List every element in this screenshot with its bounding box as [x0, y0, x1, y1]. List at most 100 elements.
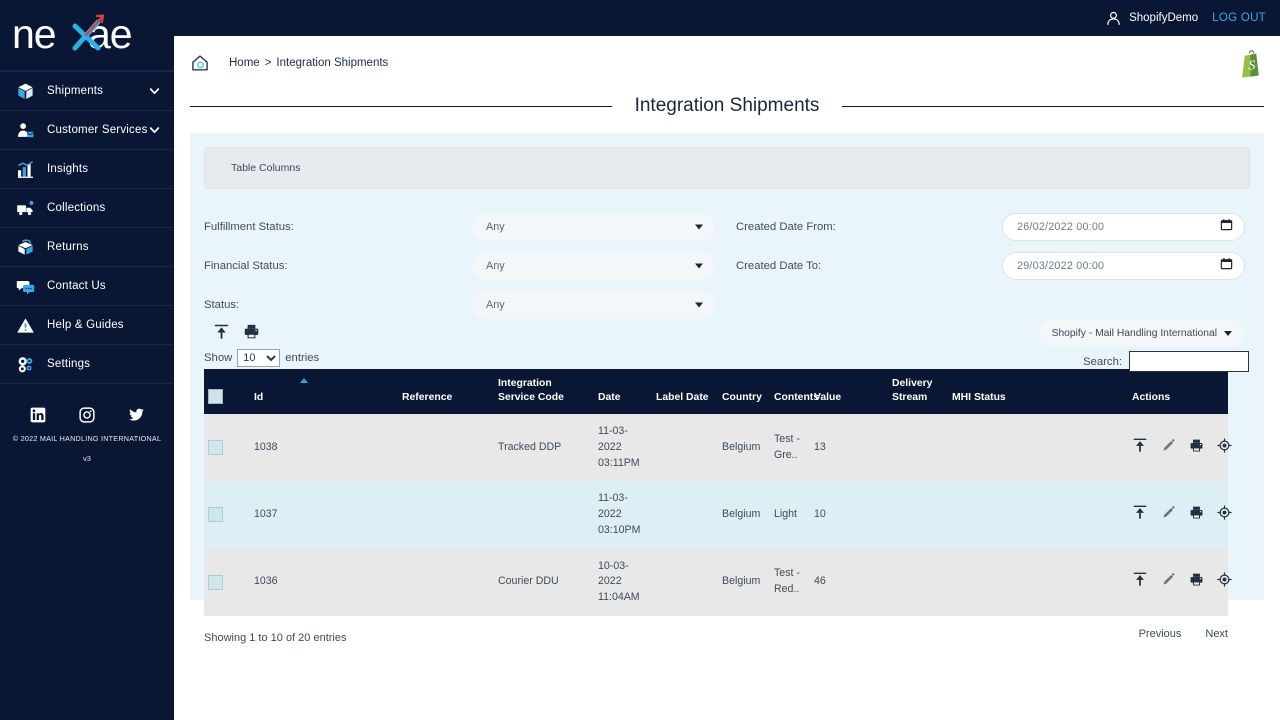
sidebar-item-customer-services[interactable]: Customer Services: [0, 110, 174, 149]
shipments-table: Id Reference Integration Service Code Da…: [204, 369, 1232, 616]
column-header-label-date[interactable]: Label Date: [652, 369, 718, 414]
column-header-delivery-stream[interactable]: Delivery Stream: [888, 369, 948, 414]
chevron-down-icon[interactable]: [148, 85, 161, 98]
filter-label: Created Date To:: [736, 260, 822, 272]
column-header-mhi-status[interactable]: MHI Status: [948, 369, 1128, 414]
table-columns-toggle[interactable]: Table Columns: [204, 147, 1250, 189]
chevron-down-icon: [1224, 330, 1232, 336]
edit-pencil-icon[interactable]: [1161, 505, 1176, 526]
sidebar-item-label: Settings: [47, 358, 91, 370]
printer-icon[interactable]: [243, 323, 260, 345]
created-date-from-input[interactable]: 26/02/2022 00:00: [1002, 213, 1245, 241]
next-page-button[interactable]: Next: [1205, 628, 1228, 640]
breadcrumb-home[interactable]: Home: [229, 57, 260, 69]
cell-mhi-status: [948, 549, 1128, 616]
table-row[interactable]: 1037 11-03-2022 03:10PM Belgium Light 10: [204, 481, 1232, 549]
truck-icon: [14, 197, 36, 219]
column-header-integration-service-code[interactable]: Integration Service Code: [494, 369, 594, 414]
track-target-icon[interactable]: [1217, 572, 1232, 593]
sidebar-item-help-guides[interactable]: Help & Guides: [0, 305, 174, 344]
date-value: 29/03/2022 00:00: [1017, 260, 1105, 272]
column-header-id[interactable]: Id: [250, 369, 398, 414]
export-upload-icon[interactable]: [1132, 504, 1148, 526]
column-header-contents[interactable]: Contents: [770, 369, 819, 414]
sidebar-item-shipments[interactable]: Shipments: [0, 71, 174, 110]
date-line-1: 11-03-2022: [598, 425, 628, 454]
track-target-icon[interactable]: [1217, 505, 1232, 526]
filter-financial-status: Financial Status: Any: [204, 252, 715, 280]
column-header-date[interactable]: Date: [594, 369, 652, 414]
brand-logo[interactable]: ne ae: [0, 0, 174, 70]
column-header-reference[interactable]: Reference: [398, 369, 494, 414]
showing-entries-info: Showing 1 to 10 of 20 entries: [204, 631, 347, 644]
bar-chart-icon: [14, 158, 36, 180]
column-header-country[interactable]: Country: [718, 369, 770, 414]
twitter-icon[interactable]: [128, 407, 145, 423]
sidebar-item-label: Customer Services: [47, 124, 148, 136]
filter-status: Status: Any: [204, 291, 715, 319]
created-date-to-input[interactable]: 29/03/2022 00:00: [1002, 252, 1245, 280]
cell-country: Belgium: [722, 441, 761, 454]
column-label: MHI Status: [952, 391, 1006, 403]
svg-text:ae: ae: [88, 11, 132, 57]
edit-pencil-icon[interactable]: [1161, 438, 1176, 459]
instagram-icon[interactable]: [78, 407, 95, 423]
column-label: Date: [598, 391, 621, 403]
fulfillment-status-select[interactable]: Any: [472, 213, 715, 241]
row-checkbox[interactable]: [208, 507, 223, 523]
cell-reference: [398, 481, 494, 548]
breadcrumb-separator: >: [264, 56, 272, 69]
linkedin-icon[interactable]: [30, 407, 46, 423]
column-label: Id: [254, 391, 264, 403]
integration-selector-button[interactable]: Shopify - Mail Handling International: [1038, 320, 1245, 346]
home-icon[interactable]: [190, 53, 210, 73]
previous-page-button[interactable]: Previous: [1139, 628, 1182, 640]
sidebar-item-collections[interactable]: Collections: [0, 188, 174, 227]
printer-icon[interactable]: [1189, 505, 1204, 526]
row-checkbox[interactable]: [208, 574, 223, 590]
sidebar-item-returns[interactable]: Returns: [0, 227, 174, 266]
select-all-checkbox[interactable]: [208, 389, 223, 405]
cell-value: 46: [814, 575, 826, 588]
cell-date: 11-03-2022 03:11PM: [594, 414, 652, 481]
breadcrumb-current: Integration Shipments: [276, 56, 389, 69]
cell-contents: Light: [774, 508, 797, 521]
cell-delivery-stream: [888, 481, 948, 548]
page-title-row: Integration Shipments: [174, 89, 1280, 123]
show-entries-control: Show 102550100 entries: [204, 349, 319, 367]
entries-per-page-select[interactable]: 102550100: [237, 349, 281, 367]
printer-icon[interactable]: [1189, 572, 1204, 593]
cell-reference: [398, 549, 494, 616]
cell-actions: [1128, 549, 1232, 616]
chevron-down-icon[interactable]: [148, 124, 161, 137]
main-content: Home > Integration Shipments S Integrati…: [174, 36, 1280, 720]
table-row[interactable]: 1038 Tracked DDP 11-03-2022 03:11PM Belg…: [204, 414, 1232, 482]
table-body: 1038 Tracked DDP 11-03-2022 03:11PM Belg…: [204, 414, 1232, 616]
filter-created-date-to: Created Date To: 29/03/2022 00:00: [736, 252, 1245, 280]
printer-icon[interactable]: [1189, 438, 1204, 459]
export-upload-icon[interactable]: [1132, 437, 1148, 459]
sidebar-item-settings[interactable]: Settings: [0, 344, 174, 383]
logout-button[interactable]: LOG OUT: [1212, 12, 1266, 24]
track-target-icon[interactable]: [1217, 437, 1232, 459]
export-upload-icon[interactable]: [1132, 571, 1148, 593]
column-label: Reference: [402, 391, 453, 403]
financial-status-select[interactable]: Any: [472, 252, 715, 280]
column-header-value[interactable]: Value: [810, 369, 888, 414]
calendar-icon[interactable]: [1220, 218, 1233, 236]
cell-actions: [1128, 481, 1232, 548]
cell-mhi-status: [948, 414, 1128, 481]
edit-pencil-icon[interactable]: [1161, 572, 1176, 593]
table-footer: Showing 1 to 10 of 20 entries Previous N…: [204, 628, 1228, 652]
export-upload-icon[interactable]: [213, 323, 230, 345]
calendar-icon[interactable]: [1220, 257, 1233, 275]
row-checkbox[interactable]: [208, 440, 223, 456]
status-select[interactable]: Any: [472, 291, 715, 319]
sidebar-item-contact-us[interactable]: Contact Us: [0, 266, 174, 305]
table-row[interactable]: 1036 Courier DDU 10-03-2022 11:04AM Belg…: [204, 548, 1232, 616]
filter-label: Status:: [204, 299, 240, 311]
sidebar-item-insights[interactable]: Insights: [0, 149, 174, 188]
cell-actions: [1128, 414, 1232, 481]
column-label: Label Date: [656, 391, 709, 403]
sidebar-item-label: Collections: [47, 202, 106, 214]
